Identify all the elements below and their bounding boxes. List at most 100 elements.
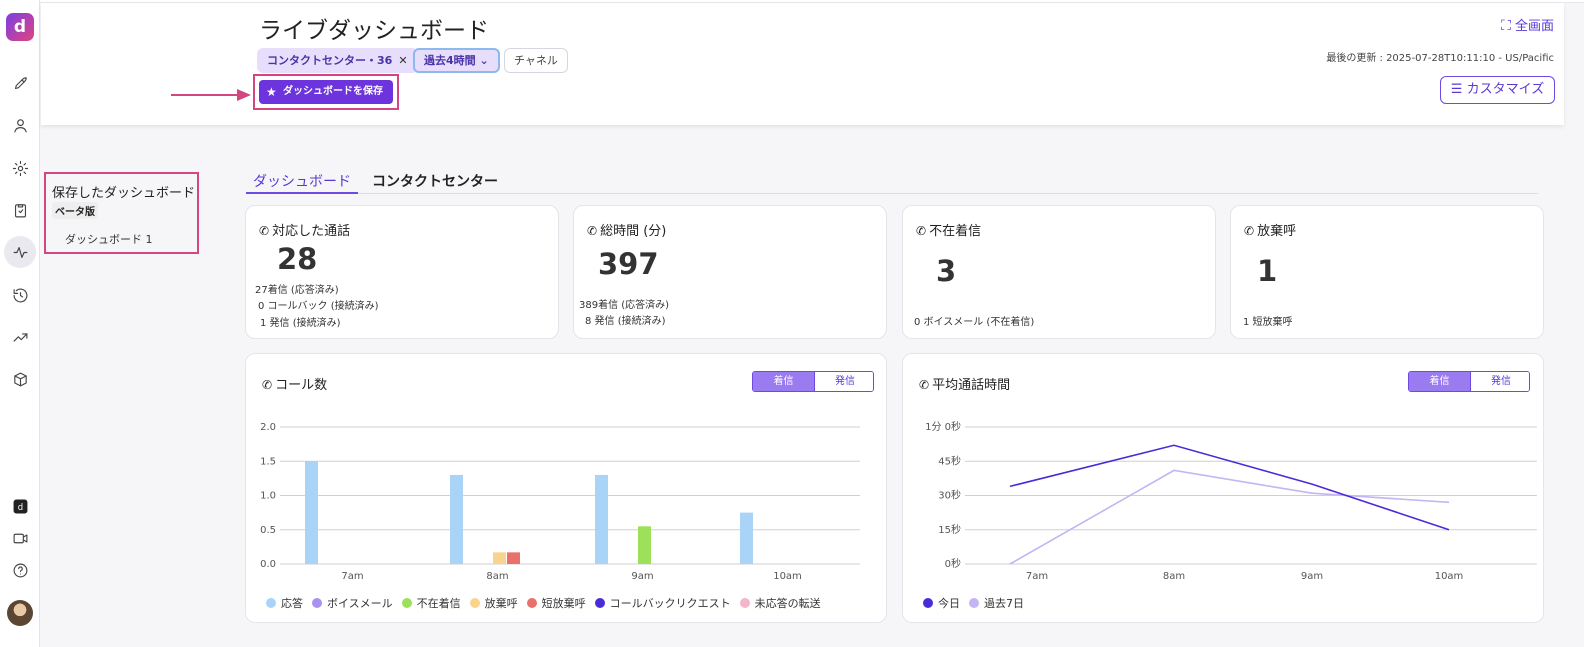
user-icon[interactable] [8,113,32,137]
stat-card-total-minutes: ✆ 総時間 (分) 397 389着信 (応答済み) 8 発信 (接続済み) [573,205,887,339]
video-icon[interactable] [8,526,32,550]
stat-card-abandoned-calls: ✆ 放棄呼 1 1 短放棄呼 [1230,205,1544,339]
left-nav-rail: d d [0,0,40,647]
stat-detail: 0 コールバック (接続済み) [258,301,379,312]
sliders-icon: ☰ [1450,82,1463,97]
legend-label: 過去7日 [984,597,1024,610]
gear-icon[interactable] [8,156,32,180]
save-dashboard-highlight: ★ ダッシュボードを保存 [253,74,399,110]
star-icon: ★ [266,85,277,99]
x-tick-label: 9am [631,571,653,582]
contact-center-filter-label: コンタクトセンター・36 [267,54,393,67]
phone-icon: ✆ [1244,224,1255,238]
history-icon[interactable] [8,283,32,307]
cube-icon[interactable] [8,367,32,391]
trending-icon[interactable] [8,325,32,349]
avatar[interactable] [7,600,33,626]
legend-item[interactable]: 不在着信 [401,595,461,611]
legend-swatch [923,598,933,608]
stat-detail: 0 ボイスメール (不在着信) [914,317,1035,328]
legend-item[interactable]: コールバックリクエスト [594,595,731,611]
bar [493,552,506,564]
period-filter-label: 過去4時間 [424,54,476,67]
clipboard-icon[interactable] [8,198,32,222]
legend-item[interactable]: 未応答の転送 [739,595,821,611]
app-logo[interactable]: d [6,13,34,41]
y-tick-label: 1分 0秒 [925,420,961,433]
legend-swatch [594,598,605,608]
legend-label: 未応答の転送 [754,597,821,610]
fullscreen-button[interactable]: ⛶ 全画面 [1501,15,1554,34]
phone-icon: ✆ [587,224,598,238]
stat-detail: 1 短放棄呼 [1243,317,1293,328]
stat-value: 28 [277,242,318,276]
bar [507,552,520,564]
series-line [1009,444,1450,531]
bar [450,474,463,564]
bar [305,461,318,564]
bar [595,474,608,564]
tab-contact-center[interactable]: コンタクトセンター [372,171,498,191]
stat-card-missed-calls: ✆ 不在着信 3 0 ボイスメール (不在着信) [902,205,1216,339]
stat-title: 総時間 (分) [600,224,667,239]
customize-button[interactable]: ☰ カスタマイズ [1440,76,1555,104]
legend-item[interactable]: 放棄呼 [469,595,518,611]
close-icon[interactable]: ✕ [398,54,407,67]
svg-text:d: d [17,503,22,513]
stat-value: 1 [1257,254,1278,288]
bar [638,526,651,564]
save-dashboard-label: ダッシュボードを保存 [283,86,383,97]
saved-dashboards-title: 保存したダッシュボード [52,186,196,201]
y-tick-label: 2.0 [260,422,276,433]
legend-swatch [969,598,979,608]
customize-label: カスタマイズ [1466,82,1545,97]
fullscreen-label: 全画面 [1514,19,1554,34]
chevron-down-icon: ⌄ [479,54,489,67]
stat-detail: 8 発信 (接続済み) [585,316,666,327]
call-count-bar-chart: 0.0 0.5 1.0 1.5 2.0 7am 8am 9am 10am [260,422,860,582]
legend-item[interactable]: 応答 [266,595,303,611]
period-filter-dropdown[interactable]: 過去4時間 ⌄ [413,48,500,73]
stat-title: 対応した通話 [272,224,351,239]
legend-label: ボイスメール [327,597,393,610]
stat-card-handled-calls: ✆ 対応した通話 28 27着信 (応答済み) 0 コールバック (接続済み) 1… [245,205,559,339]
series-line [1009,469,1450,565]
y-tick-label: 30秒 [938,489,961,502]
x-tick-label: 10am [773,571,802,582]
legend-swatch [469,598,480,608]
phone-icon: ✆ [259,224,270,238]
save-dashboard-button[interactable]: ★ ダッシュボードを保存 [259,80,393,104]
tab-dashboard[interactable]: ダッシュボード [246,171,358,194]
channel-filter-chip[interactable]: チャネル [504,48,568,73]
x-tick-label: 8am [486,571,508,582]
legend-label: 応答 [281,597,303,610]
legend-swatch [266,598,276,608]
y-tick-label: 1.0 [260,491,276,502]
saved-dashboard-item[interactable]: ダッシュボード 1 [65,231,153,247]
legend-item[interactable]: 短放棄呼 [526,595,586,611]
legend-item[interactable]: 今日 [923,595,960,611]
stat-title: 放棄呼 [1257,224,1297,239]
dialpad-app-icon[interactable]: d [8,494,32,518]
legend-swatch [312,598,322,608]
legend-item[interactable]: ボイスメール [312,595,393,611]
y-tick-label: 15秒 [938,523,961,536]
rocket-icon[interactable] [8,71,32,95]
phone-icon: ✆ [916,224,927,238]
page-title: ライブダッシュボード [259,18,489,44]
stat-detail: 27着信 (応答済み) [255,285,339,296]
y-tick-label: 0.0 [260,559,276,570]
contact-center-filter-chip[interactable]: コンタクトセンター・36 ✕ [257,48,418,73]
legend-swatch [401,598,412,608]
activity-icon[interactable] [4,236,36,268]
legend-item[interactable]: 過去7日 [969,595,1024,611]
avg-talk-time-line-chart: 0秒 15秒 30秒 45秒 1分 0秒 7am 8am 9am 10am [925,420,1537,582]
stat-detail: 389着信 (応答済み) [579,300,670,311]
help-icon[interactable] [8,558,32,582]
stat-detail: 1 発信 (接続済み) [260,318,341,329]
expand-icon: ⛶ [1501,18,1511,34]
y-tick-label: 1.5 [260,456,276,467]
legend-label: 今日 [938,597,960,610]
x-tick-label: 8am [1163,571,1185,582]
legend-label: 放棄呼 [484,597,518,610]
